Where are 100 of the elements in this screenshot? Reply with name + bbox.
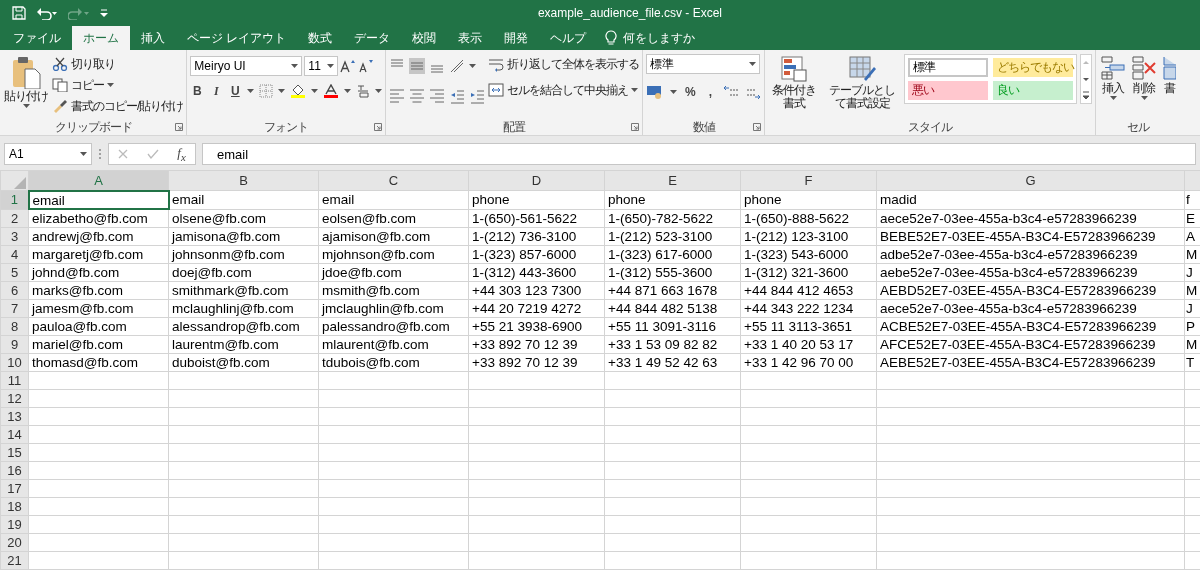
table-cell[interactable]: aece52e7-03ee-455a-b3c4-e57283966239: [876, 209, 1185, 227]
table-cell[interactable]: 1-(312) 443-3600: [468, 263, 605, 281]
table-cell[interactable]: 1-(323) 857-6000: [468, 245, 605, 263]
table-cell[interactable]: eolsen@fb.com: [318, 209, 469, 227]
decrease-indent-icon[interactable]: [449, 88, 466, 104]
increase-indent-icon[interactable]: [469, 88, 486, 104]
column-header[interactable]: B: [168, 170, 319, 191]
table-cell[interactable]: 1-(323) 617-6000: [604, 245, 741, 263]
table-cell[interactable]: johnd@fb.com: [28, 263, 169, 281]
name-box[interactable]: A1: [4, 143, 92, 165]
caret-icon[interactable]: [278, 89, 286, 93]
caret-icon[interactable]: [749, 62, 757, 66]
caret-icon[interactable]: [80, 152, 87, 156]
table-cell[interactable]: 1-(312) 555-3600: [604, 263, 741, 281]
table-cell[interactable]: +44 844 482 5138: [604, 299, 741, 317]
paste-button[interactable]: 貼り付け: [3, 54, 49, 119]
font-size-field[interactable]: 11: [304, 56, 339, 76]
ribbon-button[interactable]: セルを結合して中央揃え: [488, 80, 640, 100]
table-cell[interactable]: +33 1 42 96 70 00: [740, 353, 877, 371]
table-cell[interactable]: mjohnson@fb.com: [318, 245, 469, 263]
ribbon-tab[interactable]: ヘルプ: [539, 26, 598, 50]
insert-cells-button[interactable]: 挿入: [1099, 54, 1128, 119]
save-icon[interactable]: [12, 6, 26, 20]
table-cell[interactable]: email: [168, 190, 319, 209]
active-cell[interactable]: email: [28, 190, 169, 209]
ribbon-tab[interactable]: ファイル: [2, 26, 72, 50]
ribbon-tab[interactable]: 表示: [447, 26, 494, 50]
table-cell[interactable]: aece52e7-03ee-455a-b3c4-e57283966239: [876, 299, 1185, 317]
tell-me-field[interactable]: 何をしますか: [623, 31, 720, 45]
caret-icon[interactable]: [327, 64, 335, 68]
table-cell[interactable]: 1-(650)-561-5622: [468, 209, 605, 227]
table-cell[interactable]: +33 1 49 52 42 63: [604, 353, 741, 371]
column-header[interactable]: E: [604, 170, 741, 191]
table-cell[interactable]: BEBE52E7-03EE-455A-B3C4-E57283966239: [876, 227, 1185, 245]
table-cell[interactable]: ACBE52E7-03EE-455A-B3C4-E57283966239: [876, 317, 1185, 335]
orientation-icon[interactable]: [449, 58, 466, 74]
table-cell[interactable]: email: [318, 190, 469, 209]
table-cell[interactable]: +55 21 3938-6900: [468, 317, 605, 335]
cell-style[interactable]: 標準: [908, 58, 989, 77]
ribbon-tab[interactable]: 挿入: [130, 26, 176, 50]
phonetic-icon[interactable]: [356, 84, 371, 98]
table-cell[interactable]: 1-(212) 123-3100: [740, 227, 877, 245]
table-cell[interactable]: +33 892 70 12 39: [468, 335, 605, 353]
table-cell[interactable]: smithmark@fb.com: [168, 281, 319, 299]
table-cell[interactable]: laurentm@fb.com: [168, 335, 319, 353]
table-cell[interactable]: jamisona@fb.com: [168, 227, 319, 245]
caret-icon[interactable]: [469, 64, 477, 68]
fill-color-icon[interactable]: [290, 84, 307, 98]
table-cell[interactable]: 1-(212) 523-3100: [604, 227, 741, 245]
grow-font-icon[interactable]: [340, 59, 357, 73]
format-cells-button[interactable]: 書: [1161, 54, 1178, 119]
table-cell[interactable]: ajamison@fb.com: [318, 227, 469, 245]
table-cell[interactable]: doej@fb.com: [168, 263, 319, 281]
table-cell[interactable]: thomasd@fb.com: [28, 353, 169, 371]
ribbon-tab[interactable]: ホーム: [72, 26, 130, 50]
dialog-launcher-icon[interactable]: [175, 123, 184, 131]
middle-align-icon[interactable]: [409, 58, 426, 74]
table-cell[interactable]: +33 1 53 09 82 82: [604, 335, 741, 353]
formula-field[interactable]: email: [202, 143, 1196, 165]
table-cell[interactable]: +33 892 70 12 39: [468, 353, 605, 371]
table-cell[interactable]: 1-(323) 543-6000: [740, 245, 877, 263]
ribbon-tab[interactable]: ページ レイアウト: [176, 26, 298, 50]
underline-button[interactable]: U: [228, 84, 243, 98]
table-cell[interactable]: +44 303 123 7300: [468, 281, 605, 299]
caret-icon[interactable]: [1109, 96, 1117, 100]
table-cell[interactable]: alessandrop@fb.com: [168, 317, 319, 335]
caret-icon[interactable]: [107, 83, 114, 87]
table-cell[interactable]: duboist@fb.com: [168, 353, 319, 371]
ribbon-tab[interactable]: 数式: [297, 26, 344, 50]
undo-icon[interactable]: [36, 6, 58, 20]
table-cell[interactable]: elizabetho@fb.com: [28, 209, 169, 227]
ribbon-button[interactable]: 切り取り: [52, 54, 184, 74]
ribbon-button[interactable]: 書式のコピー/貼り付け: [52, 96, 184, 116]
comma-button[interactable]: ,: [703, 85, 718, 99]
gallery-scroll-icon[interactable]: [1080, 54, 1093, 104]
cell-style[interactable]: 悪い: [908, 81, 989, 100]
table-cell[interactable]: olsene@fb.com: [168, 209, 319, 227]
conditional-formatting-button[interactable]: 条件付き書式: [768, 54, 821, 119]
table-cell[interactable]: +44 871 663 1678: [604, 281, 741, 299]
caret-icon[interactable]: [291, 64, 299, 68]
table-cell[interactable]: AEBD52E7-03EE-455A-B3C4-E57283966239: [876, 281, 1185, 299]
table-cell[interactable]: phone: [604, 190, 741, 209]
caret-icon[interactable]: [247, 89, 255, 93]
table-cell[interactable]: mclaughlinj@fb.com: [168, 299, 319, 317]
bold-button[interactable]: B: [190, 84, 205, 98]
table-cell[interactable]: jamesm@fb.com: [28, 299, 169, 317]
caret-icon[interactable]: [344, 89, 352, 93]
table-cell[interactable]: phone: [740, 190, 877, 209]
table-cell[interactable]: AEBE52E7-03EE-455A-B3C4-E57283966239: [876, 353, 1185, 371]
column-header[interactable]: G: [876, 170, 1185, 191]
caret-icon[interactable]: [670, 90, 678, 94]
column-header[interactable]: A: [28, 170, 169, 191]
table-cell[interactable]: johnsonm@fb.com: [168, 245, 319, 263]
customize-icon[interactable]: [100, 9, 108, 17]
table-cell[interactable]: aebe52e7-03ee-455a-b3c4-e57283966239: [876, 263, 1185, 281]
table-cell[interactable]: 1-(650)-782-5622: [604, 209, 741, 227]
dialog-launcher-icon[interactable]: [631, 123, 640, 131]
percent-button[interactable]: %: [683, 85, 698, 99]
ribbon-button[interactable]: コピー: [52, 75, 184, 95]
table-cell[interactable]: +33 1 40 20 53 17: [740, 335, 877, 353]
